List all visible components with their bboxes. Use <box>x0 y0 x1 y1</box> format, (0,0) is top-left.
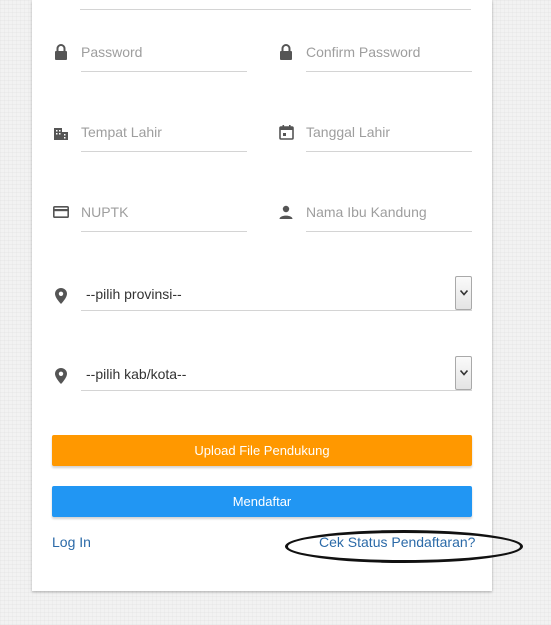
tempat-lahir-field-group <box>52 113 247 153</box>
provinsi-select[interactable]: --pilih provinsi-- <box>81 276 472 311</box>
lock-icon <box>52 43 70 61</box>
kabkota-field-group: --pilih kab/kota-- <box>52 356 472 396</box>
tanggal-lahir-field-group <box>277 113 472 153</box>
person-icon <box>277 203 295 221</box>
kabkota-selected-value: --pilih kab/kota-- <box>86 366 187 382</box>
previous-field-underline <box>80 9 471 10</box>
confirm-password-input[interactable] <box>306 33 472 72</box>
provinsi-selected-value: --pilih provinsi-- <box>86 286 182 302</box>
credit-card-icon <box>52 203 70 221</box>
login-link[interactable]: Log In <box>52 534 91 550</box>
password-input[interactable] <box>81 33 247 72</box>
nuptk-field-group <box>52 193 247 233</box>
provinsi-field-group: --pilih provinsi-- <box>52 276 472 316</box>
registration-card: --pilih provinsi-- --pilih kab/kota-- Up… <box>32 0 492 591</box>
chevron-down-icon[interactable] <box>455 356 472 390</box>
location-pin-icon <box>52 287 70 305</box>
nuptk-input[interactable] <box>81 193 247 232</box>
annotation-ellipse <box>285 530 523 563</box>
nama-ibu-kandung-input[interactable] <box>306 193 472 232</box>
mendaftar-button[interactable]: Mendaftar <box>52 486 472 517</box>
tempat-lahir-input[interactable] <box>81 113 247 152</box>
calendar-icon <box>277 123 295 141</box>
password-field-group <box>52 33 247 73</box>
tanggal-lahir-input[interactable] <box>306 113 472 152</box>
city-icon <box>52 123 70 141</box>
nama-ibu-field-group <box>277 193 472 233</box>
lock-icon <box>277 43 295 61</box>
kabkota-select[interactable]: --pilih kab/kota-- <box>81 356 472 391</box>
confirm-password-field-group <box>277 33 472 73</box>
location-pin-icon <box>52 367 70 385</box>
upload-file-pendukung-button[interactable]: Upload File Pendukung <box>52 435 472 466</box>
chevron-down-icon[interactable] <box>455 276 472 310</box>
